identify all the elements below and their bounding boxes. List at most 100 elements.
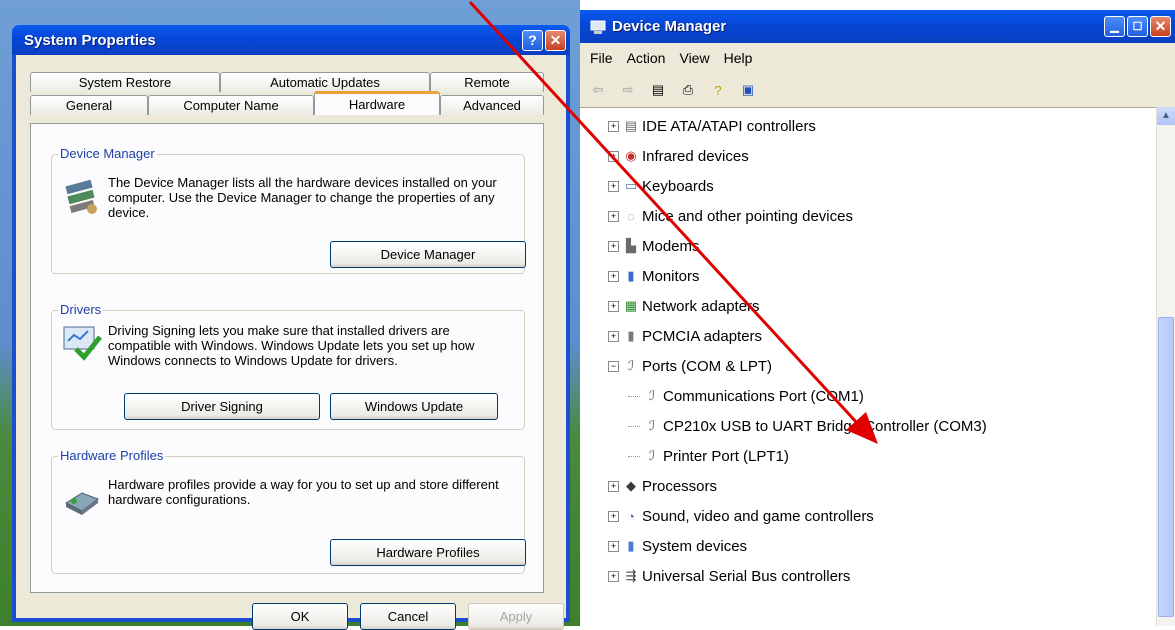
expand-icon[interactable]: + [608, 270, 619, 282]
ide-controller-icon: ▤ [624, 118, 638, 133]
expand-icon[interactable]: + [608, 540, 619, 552]
menu-bar: File Action View Help [580, 43, 1175, 73]
hardware-profiles-icon [64, 492, 100, 515]
tree-item-label: CP210x USB to UART Bridge Controller (CO… [663, 417, 987, 435]
expand-icon[interactable]: + [608, 150, 619, 162]
dialog-body: System Restore Automatic Updates Remote … [16, 55, 566, 630]
tree-item[interactable]: + ◉ Infrared devices [608, 143, 749, 169]
keyboard-icon: ▭ [624, 178, 638, 193]
maximize-icon[interactable]: ☐ [1127, 16, 1148, 37]
tree-item-label: Printer Port (LPT1) [663, 447, 789, 465]
forward-arrow-icon[interactable]: ⇨ [618, 80, 638, 100]
tab-system-restore[interactable]: System Restore [30, 72, 220, 92]
menu-help[interactable]: Help [724, 50, 753, 66]
mouse-icon: ◌ [627, 208, 635, 224]
windows-update-button[interactable]: Windows Update [330, 393, 498, 420]
expand-icon[interactable]: + [608, 240, 619, 252]
tab-general[interactable]: General [30, 95, 148, 115]
menu-file[interactable]: File [590, 50, 613, 66]
tree-item[interactable]: + ◆ Processors [608, 473, 717, 499]
monitor-icon: ▮ [627, 268, 635, 283]
tree-item[interactable]: + ▭ Keyboards [608, 173, 714, 199]
tab-advanced[interactable]: Advanced [440, 95, 544, 115]
expand-icon[interactable]: + [608, 480, 619, 492]
device-manager-button[interactable]: Device Manager [330, 241, 526, 268]
pcmcia-icon: ▮ [627, 328, 635, 343]
toolbar: ⇦ ⇨ ▤ ⎙ ? ▣ [580, 73, 1175, 108]
hardware-profiles-description: Hardware profiles provide a way for you … [108, 477, 499, 507]
driver-signing-icon [63, 326, 102, 361]
print-icon[interactable]: ⎙ [678, 80, 698, 100]
device-manager-app-icon [590, 20, 606, 34]
tree-item-label: Ports (COM & LPT) [642, 357, 773, 375]
menu-action[interactable]: Action [627, 50, 666, 66]
expand-icon[interactable]: + [608, 510, 619, 522]
tree-item-label: Network adapters [642, 297, 760, 315]
tree-item[interactable]: ℐ Printer Port (LPT1) [628, 443, 789, 469]
expand-icon[interactable]: + [608, 330, 619, 342]
scroll-thumb[interactable] [1158, 317, 1174, 617]
drivers-description: Driving Signing lets you make sure that … [108, 323, 475, 368]
tree-item[interactable]: + ▮ Monitors [608, 263, 700, 289]
device-manager-description: The Device Manager lists all the hardwar… [108, 175, 497, 220]
tree-item[interactable]: + ▮ PCMCIA adapters [608, 323, 762, 349]
tree-item[interactable]: + ▙ Modems [608, 233, 700, 259]
tab-hardware[interactable]: Hardware [314, 91, 440, 115]
expand-icon[interactable]: + [608, 120, 619, 132]
tree-item[interactable]: + ▤ IDE ATA/ATAPI controllers [608, 113, 816, 139]
close-icon[interactable]: ✕ [1150, 16, 1171, 37]
tree-item-label: Monitors [642, 267, 700, 285]
minimize-icon[interactable]: ▁ [1104, 16, 1125, 37]
help-button[interactable]: ? [522, 29, 543, 51]
tree-item-label: PCMCIA adapters [642, 327, 763, 345]
close-button[interactable]: ✕ [545, 29, 566, 51]
hardware-profiles-button[interactable]: Hardware Profiles [330, 539, 526, 566]
driver-signing-button[interactable]: Driver Signing [124, 393, 320, 420]
device-manager-legend: Device Manager [58, 146, 157, 161]
drivers-group: Drivers Driving Signing lets you make su… [51, 302, 525, 430]
infrared-icon: ◉ [625, 148, 637, 163]
back-arrow-icon[interactable]: ⇦ [588, 80, 608, 100]
port-icon: ℐ [648, 448, 656, 463]
tree-item[interactable]: + ⇶ Universal Serial Bus controllers [608, 563, 850, 589]
hardware-profiles-legend: Hardware Profiles [58, 448, 166, 463]
tab-row-back: System Restore Automatic Updates Remote [30, 72, 544, 92]
sound-icon: ◔ [627, 508, 635, 524]
tree-item-label: Infrared devices [642, 147, 749, 165]
processor-icon: ◆ [626, 478, 636, 493]
port-icon: ℐ [648, 418, 656, 433]
tree-connector [628, 425, 640, 427]
properties-icon[interactable]: ▤ [648, 80, 668, 100]
tree-item[interactable]: ℐ Communications Port (COM1) [628, 383, 864, 409]
device-tree: + ▤ IDE ATA/ATAPI controllers + ◉ Infrared de… [580, 107, 1155, 626]
tree-item-label: Modems [642, 237, 700, 255]
expand-icon[interactable]: + [608, 570, 619, 582]
device-manager-title-bar[interactable]: Device Manager ▁ ☐ ✕ [580, 10, 1175, 43]
device-manager-group: Device Manager The Device Manager lists … [51, 146, 526, 274]
scroll-up-arrow-icon[interactable]: ▲ [1157, 107, 1175, 125]
vertical-scrollbar[interactable]: ▲ [1156, 107, 1175, 626]
tab-remote[interactable]: Remote [430, 72, 544, 92]
tree-item[interactable]: − ℐ Ports (COM & LPT) [608, 353, 772, 379]
expand-icon[interactable]: + [608, 180, 619, 192]
collapse-icon[interactable]: − [608, 360, 619, 372]
menu-view[interactable]: View [679, 50, 709, 66]
tab-computer-name[interactable]: Computer Name [148, 95, 314, 115]
scan-hardware-icon[interactable]: ▣ [738, 80, 758, 100]
hardware-tab-panel: Device Manager The Device Manager lists … [30, 123, 544, 593]
expand-icon[interactable]: + [608, 210, 619, 222]
tree-item[interactable]: + ▦ Network adapters [608, 293, 760, 319]
help-book-icon[interactable]: ? [708, 80, 728, 100]
window-title: System Properties [24, 31, 156, 49]
tree-item[interactable]: + ◌ Mice and other pointing devices [608, 203, 853, 229]
hardware-profiles-group: Hardware Profiles Hardware profiles prov… [51, 448, 526, 574]
tree-item[interactable]: + ◔ Sound, video and game controllers [608, 503, 874, 529]
tab-automatic-updates[interactable]: Automatic Updates [220, 72, 430, 92]
system-properties-title-bar[interactable]: System Properties ? ✕ [12, 25, 570, 55]
tree-item[interactable]: ℐ CP210x USB to UART Bridge Controller (C… [628, 413, 987, 439]
tree-item[interactable]: + ▮ System devices [608, 533, 747, 559]
tree-item-label: Mice and other pointing devices [642, 207, 853, 225]
device-manager-window-title: Device Manager [612, 18, 727, 35]
modem-icon: ▙ [626, 238, 636, 253]
expand-icon[interactable]: + [608, 300, 619, 312]
